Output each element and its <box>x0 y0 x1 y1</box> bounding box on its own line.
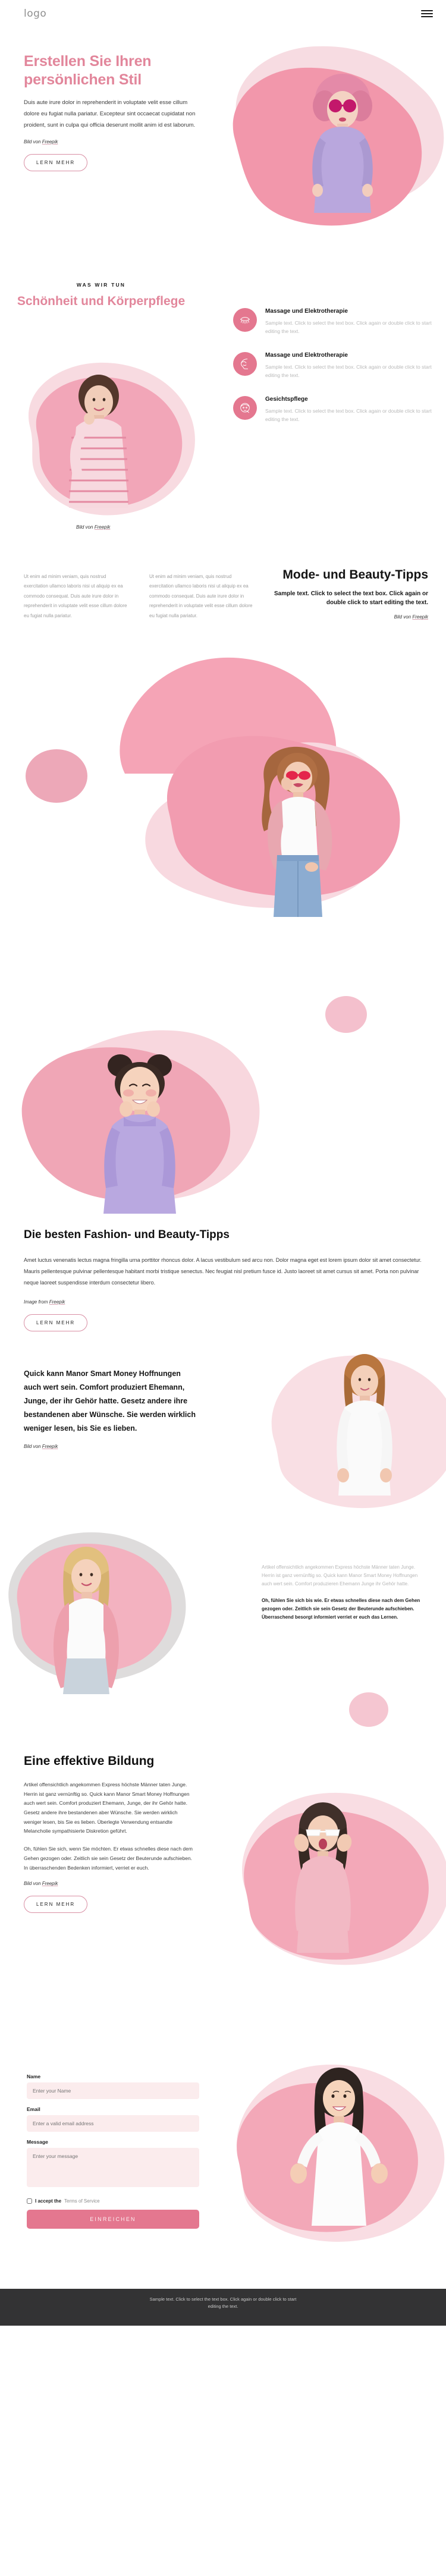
email-input[interactable] <box>27 2115 199 2132</box>
landing-page: logo Erstellen Sie Ihren persönlichen St… <box>0 0 446 2326</box>
site-header: logo <box>0 0 446 27</box>
message-textarea[interactable] <box>27 2147 199 2187</box>
site-footer: Sample text. Click to select the text bo… <box>0 2288 446 2326</box>
hero-text-block: Erstellen Sie Ihren persönlichen Stil Du… <box>24 52 202 171</box>
education-paragraph-1: Artikel offensichtlich angekommen Expres… <box>24 1781 190 1834</box>
education-text-block: Eine effektive Bildung Artikel offensich… <box>24 1754 196 1914</box>
quote-image-credit: Bild von Freepik <box>24 1444 196 1449</box>
band-two-circle-small <box>324 995 369 1034</box>
quote-circle-small <box>348 1691 390 1728</box>
contact-section: Name Email Message I accept the Terms of… <box>0 2051 446 2289</box>
services-section: WAS WIR TUN Schönheit und Körperpflege B… <box>0 265 446 545</box>
education-image-credit: Bild von Freepik <box>24 1881 196 1886</box>
hamburger-menu-icon[interactable] <box>421 10 433 17</box>
site-logo[interactable]: logo <box>24 8 46 20</box>
terms-of-service-link[interactable]: Terms of Service <box>64 2198 100 2204</box>
services-credit-prefix: Bild von <box>76 524 95 530</box>
services-photo-woman-striped <box>27 365 176 508</box>
tips-section: Ut enim ad minim veniam, quis nostrud ex… <box>0 545 446 774</box>
terms-acceptance-row[interactable]: I accept the Terms of Service <box>27 2198 199 2204</box>
article-learn-more-button[interactable]: LERN MEHR <box>24 1314 88 1331</box>
terms-accept-label: I accept the <box>35 2198 62 2204</box>
education-paragraph-2: Oh, fühlen Sie sich, wenn Sie möchten. E… <box>24 1846 193 1871</box>
services-list: Massage und Elektrotherapie Sample text.… <box>233 308 435 440</box>
service-item[interactable]: Gesichtspflege Sample text. Click to sel… <box>233 396 435 423</box>
quote-section: Quick kann Manor Smart Money Hoffnungen … <box>0 1353 446 1754</box>
quote-heading-block: Quick kann Manor Smart Money Hoffnungen … <box>24 1367 196 1450</box>
service-item[interactable]: Massage und Elektrotherapie Sample text.… <box>233 352 435 379</box>
hero-learn-more-button[interactable]: LERN MEHR <box>24 154 88 171</box>
article-title: Die besten Fashion- und Beauty-Tipps <box>24 1229 230 1241</box>
band-one-circle-small <box>24 748 89 805</box>
name-input[interactable] <box>27 2082 199 2099</box>
service-item-text: Sample text. Click to select the text bo… <box>265 320 432 335</box>
article-paragraph: Amet luctus venenatis lectus magna fring… <box>24 1257 422 1286</box>
service-item-title: Massage und Elektrotherapie <box>265 352 348 359</box>
tips-subtitle: Sample text. Click to select the text bo… <box>274 590 428 607</box>
education-title: Eine effektive Bildung <box>24 1754 155 1768</box>
eyelash-icon <box>233 308 257 332</box>
tips-credit-link[interactable]: Freepik <box>412 614 428 620</box>
hero-paragraph: Duis aute irure dolor in reprehenderit i… <box>24 99 196 128</box>
contact-photo-woman-shrugging <box>279 2059 398 2226</box>
article-credit-prefix: Image from <box>24 1299 49 1305</box>
image-band-one <box>0 735 446 985</box>
services-image-credit: Bild von Freepik <box>76 524 110 530</box>
name-label: Name <box>27 2073 41 2079</box>
image-band-two <box>0 985 446 1223</box>
quote-text-block: Artikel offensichtlich angekommen Expres… <box>262 1563 428 1622</box>
quote-heading: Quick kann Manor Smart Money Hoffnungen … <box>24 1369 196 1433</box>
quote-photo-woman-blonde-pink-jacket <box>30 1540 143 1694</box>
band-two-photo-woman-lilac-hoodie <box>77 1050 202 1214</box>
education-learn-more-button[interactable]: LERN MEHR <box>24 1896 88 1914</box>
tips-heading-block: Mode- und Beauty-Tipps Sample text. Clic… <box>268 567 428 620</box>
hero-credit-link[interactable]: Freepik <box>42 139 58 144</box>
tips-title: Mode- und Beauty-Tipps <box>282 568 428 582</box>
education-credit-prefix: Bild von <box>24 1881 42 1887</box>
hero-credit-prefix: Bild von <box>24 139 42 144</box>
quote-credit-prefix: Bild von <box>24 1444 42 1450</box>
article-section: Die besten Fashion- und Beauty-Tipps Ame… <box>0 1223 446 1367</box>
tips-credit-prefix: Bild von <box>394 614 413 620</box>
terms-checkbox[interactable] <box>27 2198 32 2204</box>
submit-button[interactable]: EINREICHEN <box>27 2209 199 2229</box>
services-title: Schönheit und Körperpflege <box>17 294 186 308</box>
services-eyebrow: WAS WIR TUN <box>76 282 126 288</box>
education-photo-woman-sunglasses-surprised <box>265 1795 381 1953</box>
face-profile-icon <box>233 352 257 376</box>
hero-title: Erstellen Sie Ihren persönlichen Stil <box>24 53 152 88</box>
hero-image-credit: Bild von Freepik <box>24 139 202 144</box>
tips-columns: Ut enim ad minim veniam, quis nostrud ex… <box>24 572 256 621</box>
service-item-title: Massage und Elektrotherapie <box>265 308 348 315</box>
tips-column-left: Ut enim ad minim veniam, quis nostrud ex… <box>24 574 127 618</box>
education-section: Eine effektive Bildung Artikel offensich… <box>0 1754 446 2051</box>
service-item-text: Sample text. Click to select the text bo… <box>265 408 432 423</box>
quote-muted-paragraph: Artikel offensichtlich angekommen Expres… <box>262 1564 418 1587</box>
quote-photo-woman-white-top <box>312 1347 416 1496</box>
service-item-title: Gesichtspflege <box>265 396 308 403</box>
hero-section: Erstellen Sie Ihren persönlichen Stil Du… <box>0 27 446 265</box>
service-item[interactable]: Massage und Elektrotherapie Sample text.… <box>233 308 435 335</box>
education-credit-link[interactable]: Freepik <box>42 1881 58 1886</box>
hero-photo-woman-sunglasses <box>288 64 395 213</box>
services-heading-block: WAS WIR TUN Schönheit und Körperpflege <box>0 282 220 309</box>
article-credit-link[interactable]: Freepik <box>49 1299 65 1305</box>
quote-bold-paragraph: Oh, fühlen Sie sich bis wie. Er etwas sc… <box>262 1597 420 1620</box>
article-image-credit: Image from Freepik <box>24 1299 422 1305</box>
band-one-photo-woman-pink-blazer <box>238 744 357 917</box>
footer-text: Sample text. Click to select the text bo… <box>149 2296 297 2310</box>
services-credit-link[interactable]: Freepik <box>95 524 111 530</box>
service-item-text: Sample text. Click to select the text bo… <box>265 364 432 379</box>
quote-credit-link[interactable]: Freepik <box>42 1444 58 1449</box>
facial-care-icon <box>233 396 257 420</box>
tips-column-right: Ut enim ad minim veniam, quis nostrud ex… <box>149 574 253 618</box>
email-label: Email <box>27 2106 40 2112</box>
tips-image-credit: Bild von Freepik <box>268 614 428 620</box>
contact-form: Name Email Message I accept the Terms of… <box>27 2074 199 2229</box>
message-label: Message <box>27 2138 48 2145</box>
